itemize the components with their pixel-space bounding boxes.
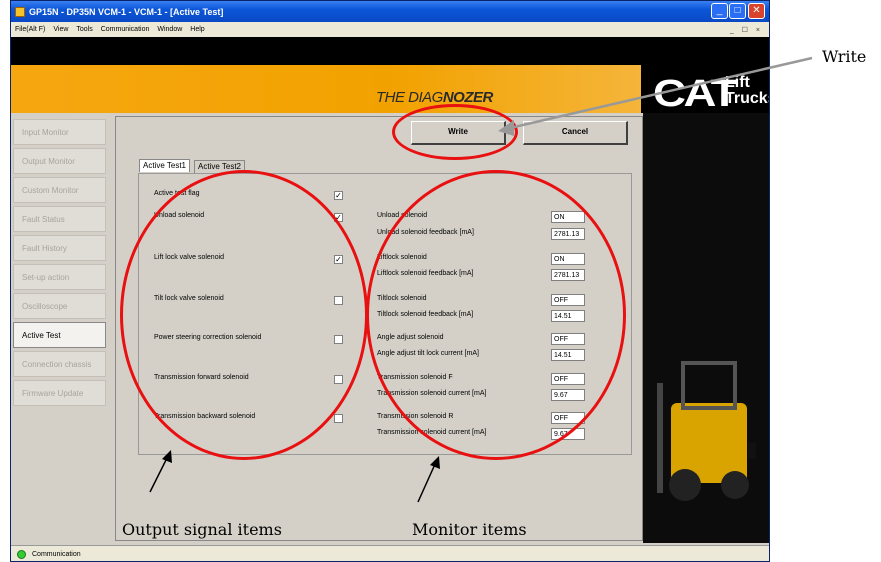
write-arrowhead xyxy=(498,120,514,136)
output-arrowhead xyxy=(162,450,172,463)
output-arrow xyxy=(149,455,169,493)
write-arrow xyxy=(509,56,813,130)
annotation-monitor-items: Monitor items xyxy=(412,520,527,539)
monitor-arrowhead xyxy=(430,456,440,469)
annotation-output-signal-items: Output signal items xyxy=(122,520,282,539)
monitor-arrow xyxy=(417,461,437,503)
annotation-arrows xyxy=(149,56,813,503)
annotation-write: Write xyxy=(822,47,867,66)
